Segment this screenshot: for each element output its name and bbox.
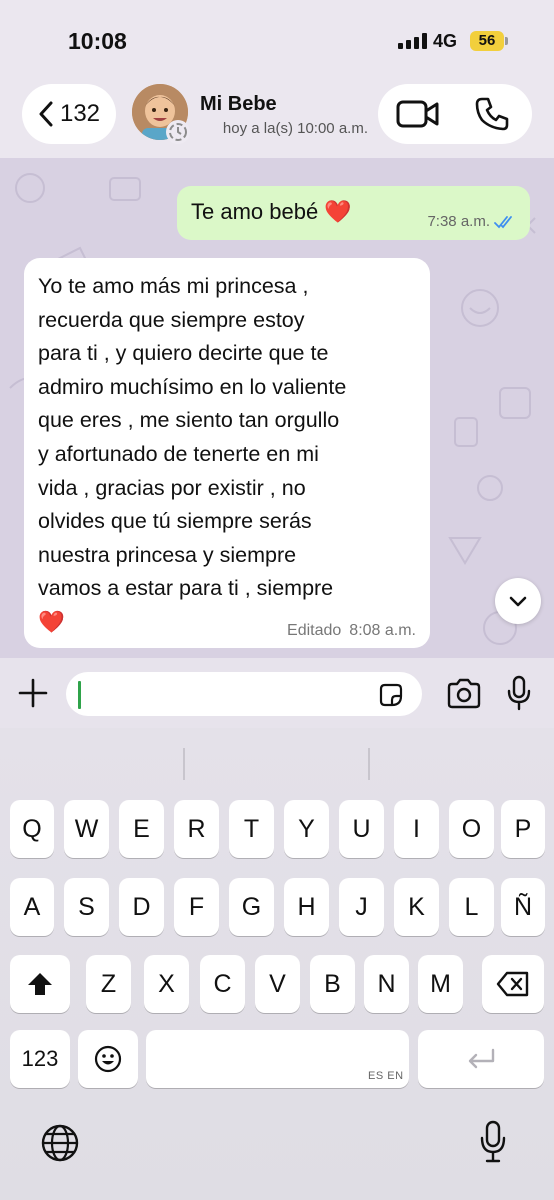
key-b[interactable]: B <box>310 955 355 1013</box>
message-input[interactable] <box>66 672 422 716</box>
key-x[interactable]: X <box>144 955 189 1013</box>
key-t[interactable]: T <box>229 800 274 858</box>
key-f[interactable]: F <box>174 878 219 936</box>
message-text: Yo te amo más mi princesa , recuerda que… <box>38 274 347 634</box>
key-w[interactable]: W <box>64 800 109 858</box>
key-s[interactable]: S <box>64 878 109 936</box>
battery-level: 56 <box>470 31 504 51</box>
key-o[interactable]: O <box>449 800 494 858</box>
message-text: Te amo bebé ❤️ <box>191 199 352 224</box>
numbers-key[interactable]: 123 <box>10 1030 70 1088</box>
key-h[interactable]: H <box>284 878 329 936</box>
suggestion-divider <box>183 748 185 780</box>
message-outgoing[interactable]: Te amo bebé ❤️ 7:38 a.m. <box>177 186 530 240</box>
key-n[interactable]: N <box>364 955 409 1013</box>
camera-icon[interactable] <box>446 678 482 710</box>
message-meta: Editado 8:08 a.m. <box>287 622 416 640</box>
call-actions <box>378 84 532 144</box>
sticker-icon[interactable] <box>378 682 404 708</box>
message-time: 7:38 a.m. <box>427 213 490 230</box>
contact-status: hoy a la(s) 10:00 a.m. <box>222 120 368 137</box>
key-r[interactable]: R <box>174 800 219 858</box>
emoji-key[interactable] <box>78 1030 138 1088</box>
video-icon[interactable] <box>396 98 440 130</box>
key-e[interactable]: E <box>119 800 164 858</box>
key-d[interactable]: D <box>119 878 164 936</box>
emoji-icon <box>94 1045 122 1073</box>
return-key[interactable] <box>418 1030 544 1088</box>
chevron-down-icon <box>509 596 527 607</box>
battery-tip-icon <box>505 37 508 45</box>
signal-icon <box>398 33 428 49</box>
globe-icon[interactable] <box>40 1123 80 1163</box>
edited-label: Editado <box>287 622 342 639</box>
dictation-mic-icon[interactable] <box>479 1120 507 1164</box>
key-q[interactable]: Q <box>10 800 54 858</box>
status-time: 10:08 <box>68 28 127 54</box>
scroll-down-button[interactable] <box>495 578 541 624</box>
network-type: 4G <box>433 31 458 51</box>
suggestion-divider <box>368 748 370 780</box>
key-c[interactable]: C <box>200 955 245 1013</box>
back-button[interactable]: 132 <box>22 84 116 144</box>
chevron-left-icon <box>39 101 53 127</box>
key-i[interactable]: I <box>394 800 439 858</box>
backspace-key[interactable] <box>482 955 544 1013</box>
message-time: 8:08 a.m. <box>349 622 416 639</box>
unread-count: 132 <box>59 100 101 127</box>
chat-area[interactable]: Te amo bebé ❤️ 7:38 a.m. Yo te amo más m… <box>0 158 554 658</box>
phone-icon[interactable] <box>474 96 510 132</box>
chat-header: 132 Mi Bebe hoy a la(s) 10:00 a.m. <box>0 80 554 158</box>
contact-name[interactable]: Mi Bebe <box>200 93 277 116</box>
message-meta: 7:38 a.m. <box>427 213 516 230</box>
shift-icon <box>28 973 52 995</box>
return-icon <box>468 1048 495 1069</box>
message-input-bar <box>0 658 554 728</box>
double-check-icon <box>494 215 512 228</box>
space-language-label: ES EN <box>368 1070 404 1082</box>
backspace-icon <box>496 971 529 997</box>
key-v[interactable]: V <box>255 955 300 1013</box>
key-z[interactable]: Z <box>86 955 131 1013</box>
key-a[interactable]: A <box>10 878 54 936</box>
key-m[interactable]: M <box>418 955 463 1013</box>
plus-icon[interactable] <box>16 676 50 710</box>
key-j[interactable]: J <box>339 878 384 936</box>
key-g[interactable]: G <box>229 878 274 936</box>
key-y[interactable]: Y <box>284 800 329 858</box>
key-k[interactable]: K <box>394 878 439 936</box>
status-bar: 10:08 4G 56 <box>0 0 554 80</box>
key-n-tilde[interactable]: Ñ <box>501 878 545 936</box>
shift-key[interactable] <box>10 955 70 1013</box>
key-u[interactable]: U <box>339 800 384 858</box>
message-incoming[interactable]: Yo te amo más mi princesa , recuerda que… <box>24 258 430 648</box>
status-ring-icon <box>166 120 190 144</box>
key-l[interactable]: L <box>449 878 494 936</box>
key-p[interactable]: P <box>501 800 545 858</box>
mic-icon[interactable] <box>505 675 533 711</box>
text-caret <box>78 681 81 709</box>
